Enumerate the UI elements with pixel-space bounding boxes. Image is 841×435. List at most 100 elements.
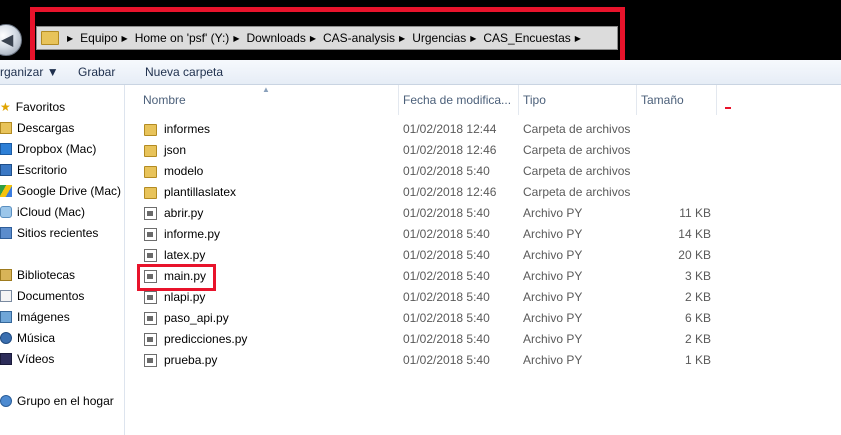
file-row[interactable]: paso_api.py 01/02/2018 5:40 Archivo PY 6 KB <box>125 308 841 329</box>
nav-item-documentos[interactable]: Documentos <box>0 286 84 306</box>
file-row[interactable]: prueba.py 01/02/2018 5:40 Archivo PY 1 KB <box>125 350 841 371</box>
file-type: Archivo PY <box>523 311 583 325</box>
videos-icon <box>0 353 12 365</box>
nav-item-descargas[interactable]: Descargas <box>0 118 74 138</box>
nav-label: Sitios recientes <box>17 226 99 240</box>
back-button[interactable]: ◀ <box>0 24 22 56</box>
file-size: 1 KB <box>684 353 711 367</box>
music-icon <box>0 332 12 344</box>
file-name: latex.py <box>164 248 206 262</box>
column-label: Tamaño <box>641 93 684 107</box>
file-type: Archivo PY <box>523 248 583 262</box>
file-name: paso_api.py <box>164 311 229 325</box>
folder-row[interactable]: informes 01/02/2018 12:44 Carpeta de archi… <box>125 119 841 140</box>
file-type: Carpeta de archivos <box>523 143 631 157</box>
file-date: 01/02/2018 5:40 <box>403 290 490 304</box>
nav-item-google-drive[interactable]: Google Drive (Mac) <box>0 181 121 201</box>
file-size <box>640 140 711 161</box>
nav-label: Vídeos <box>17 352 55 366</box>
organize-button[interactable]: rganizar ▼ <box>0 65 59 79</box>
nav-label: iCloud (Mac) <box>17 205 86 219</box>
file-size: 2 KB <box>684 332 711 346</box>
python-file-icon <box>144 312 157 325</box>
column-header-name[interactable]: Nombre <box>138 85 398 115</box>
nav-label: Música <box>17 331 56 345</box>
file-size <box>640 161 711 182</box>
command-toolbar: rganizar ▼ Grabar Nueva carpeta <box>0 60 841 85</box>
python-file-icon <box>144 207 157 220</box>
pictures-icon <box>0 311 12 323</box>
highlight-mark <box>725 107 731 109</box>
file-row[interactable]: informe.py 01/02/2018 5:40 Archivo PY 14 KB <box>125 224 841 245</box>
back-arrow-icon: ◀ <box>1 32 14 49</box>
file-name: prueba.py <box>164 353 218 367</box>
column-header-date[interactable]: Fecha de modifica... <box>398 85 518 115</box>
downloads-folder-icon <box>0 122 12 134</box>
nav-item-videos[interactable]: Vídeos <box>0 349 54 369</box>
file-name: abrir.py <box>164 206 204 220</box>
column-label: Fecha de modifica... <box>403 93 512 107</box>
folder-icon <box>144 187 157 199</box>
file-size: 20 KB <box>678 248 711 262</box>
nav-libraries-header[interactable]: Bibliotecas <box>0 265 75 285</box>
nav-item-escritorio[interactable]: Escritorio <box>0 160 67 180</box>
file-type: Archivo PY <box>523 290 583 304</box>
file-date: 01/02/2018 5:40 <box>403 248 490 262</box>
file-date: 01/02/2018 5:40 <box>403 269 490 283</box>
file-date: 01/02/2018 12:46 <box>403 185 497 199</box>
file-date: 01/02/2018 12:44 <box>403 122 497 136</box>
file-type: Carpeta de archivos <box>523 122 631 136</box>
nav-favorites-header[interactable]: ★ Favoritos <box>0 97 65 117</box>
python-file-icon <box>144 354 157 367</box>
nav-item-recent-places[interactable]: Sitios recientes <box>0 223 98 243</box>
nav-item-icloud[interactable]: iCloud (Mac) <box>0 202 85 222</box>
record-button[interactable]: Grabar <box>78 65 115 79</box>
highlight-box-address <box>30 7 625 68</box>
file-row[interactable]: nlapi.py 01/02/2018 5:40 Archivo PY 2 KB <box>125 287 841 308</box>
python-file-icon <box>144 228 157 241</box>
file-type: Carpeta de archivos <box>523 164 631 178</box>
column-header-type[interactable]: Tipo <box>518 85 636 115</box>
file-name: predicciones.py <box>164 332 248 346</box>
file-date: 01/02/2018 5:40 <box>403 332 490 346</box>
file-size: 6 KB <box>684 311 711 325</box>
file-size: 14 KB <box>678 227 711 241</box>
folder-row[interactable]: modelo 01/02/2018 5:40 Carpeta de archivos <box>125 161 841 182</box>
column-header-size[interactable]: Tamaño <box>636 85 716 115</box>
file-name: plantillaslatex <box>164 185 237 199</box>
file-date: 01/02/2018 12:46 <box>403 143 497 157</box>
nav-item-homegroup[interactable]: Grupo en el hogar <box>0 391 114 411</box>
file-row[interactable]: main.py 01/02/2018 5:40 Archivo PY 3 KB <box>125 266 841 287</box>
file-name: json <box>164 143 187 157</box>
file-name: informes <box>164 122 211 136</box>
file-size <box>640 119 711 140</box>
libraries-icon <box>0 269 12 281</box>
nav-item-imagenes[interactable]: Imágenes <box>0 307 70 327</box>
star-icon: ★ <box>0 100 11 114</box>
file-size: 3 KB <box>684 269 711 283</box>
column-label: Tipo <box>523 93 546 107</box>
file-date: 01/02/2018 5:40 <box>403 227 490 241</box>
file-row[interactable]: predicciones.py 01/02/2018 5:40 Archivo PY… <box>125 329 841 350</box>
icloud-icon <box>0 206 12 218</box>
folder-icon <box>144 145 157 157</box>
nav-item-dropbox[interactable]: Dropbox (Mac) <box>0 139 96 159</box>
file-date: 01/02/2018 5:40 <box>403 164 490 178</box>
nav-label: Documentos <box>17 289 85 303</box>
folder-row[interactable]: plantillaslatex 01/02/2018 12:46 Carpeta d… <box>125 182 841 203</box>
new-folder-button[interactable]: Nueva carpeta <box>145 65 223 79</box>
nav-item-musica[interactable]: Música <box>0 328 55 348</box>
file-type: Archivo PY <box>523 332 583 346</box>
file-size: 11 KB <box>679 206 711 220</box>
dropbox-icon <box>0 143 12 155</box>
folder-row[interactable]: json 01/02/2018 12:46 Carpeta de archivos <box>125 140 841 161</box>
nav-label: Imágenes <box>17 310 70 324</box>
file-row[interactable]: latex.py 01/02/2018 5:40 Archivo PY 20 KB <box>125 245 841 266</box>
file-size: 2 KB <box>684 290 711 304</box>
nav-label: Dropbox (Mac) <box>17 142 97 156</box>
file-type: Archivo PY <box>523 269 583 283</box>
file-row[interactable]: abrir.py 01/02/2018 5:40 Archivo PY 11 KB <box>125 203 841 224</box>
nav-label: Escritorio <box>17 163 68 177</box>
column-divider[interactable] <box>716 85 717 115</box>
recent-places-icon <box>0 227 12 239</box>
